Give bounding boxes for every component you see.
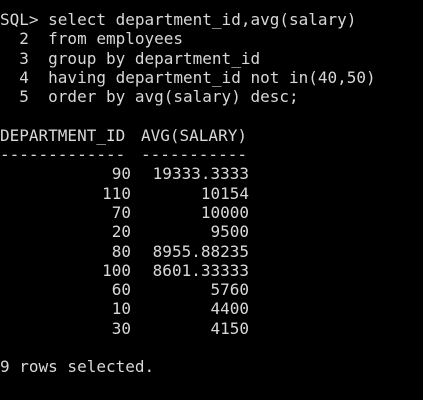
result-row: 60 5760 <box>0 280 423 299</box>
cell-avg-salary: 9500 <box>210 222 249 242</box>
result-header: DEPARTMENT_ID AVG(SALARY) <box>0 126 423 145</box>
result-row: 20 9500 <box>0 222 423 241</box>
separator-avg-salary: ----------- <box>141 145 247 165</box>
result-row: 100 8601.33333 <box>0 261 423 280</box>
cell-avg-salary: 10154 <box>200 183 249 203</box>
cell-avg-salary: 19333.3333 <box>152 164 249 184</box>
cell-avg-salary: 8601.33333 <box>152 260 249 280</box>
result-row: 90 19333.3333 <box>0 164 423 183</box>
cell-department-id: 60 <box>111 280 131 300</box>
query-line: 5 order by avg(salary) desc; <box>0 87 299 107</box>
cell-department-id: 110 <box>102 183 131 203</box>
sqlplus-console[interactable]: SQL> select department_id,avg(salary) 2 … <box>0 0 423 400</box>
cell-department-id: 100 <box>102 260 131 280</box>
result-row: 80 8955.88235 <box>0 242 423 261</box>
cell-department-id: 70 <box>111 202 131 222</box>
cell-department-id: 90 <box>111 164 131 184</box>
cell-avg-salary: 4400 <box>210 299 249 319</box>
query-line: 2 from employees <box>0 29 184 49</box>
separator-department-id: ------------- <box>0 145 126 165</box>
result-row: 10 4400 <box>0 299 423 318</box>
result-row: 30 4150 <box>0 319 423 338</box>
query-line: 3 group by department_id <box>0 48 261 68</box>
result-row: 70 10000 <box>0 203 423 222</box>
cell-department-id: 80 <box>111 241 131 261</box>
cell-avg-salary: 8955.88235 <box>152 241 249 261</box>
column-header-avg-salary: AVG(SALARY) <box>141 125 247 145</box>
cell-avg-salary: 5760 <box>210 280 249 300</box>
cell-avg-salary: 4150 <box>210 318 249 338</box>
column-header-department-id: DEPARTMENT_ID <box>0 125 126 145</box>
query-line: SQL> select department_id,avg(salary) <box>0 10 357 29</box>
result-separator: ------------- ----------- <box>0 145 423 164</box>
query-line: 4 having department_id not in(40,50) <box>0 67 376 87</box>
result-row: 110 10154 <box>0 184 423 203</box>
cell-department-id: 20 <box>111 222 131 242</box>
cell-department-id: 10 <box>111 299 131 319</box>
cell-avg-salary: 10000 <box>200 202 249 222</box>
cell-department-id: 30 <box>111 318 131 338</box>
rows-selected-message: 9 rows selected. <box>0 357 155 377</box>
